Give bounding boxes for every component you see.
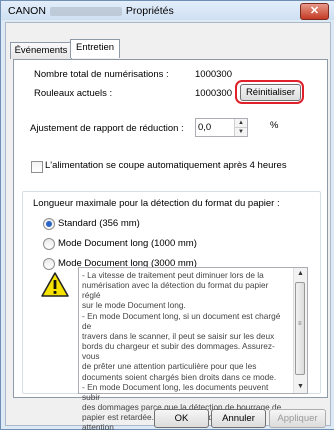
radio-standard-label[interactable]: Standard (356 mm)	[58, 218, 140, 229]
radio-standard[interactable]	[43, 218, 55, 230]
reduction-ratio-label: Ajustement de rapport de réduction :	[30, 123, 184, 134]
dialog-client-area: Événements Entretien Nombre total de num…	[5, 22, 331, 432]
redacted-model-name	[49, 6, 122, 16]
scroll-up-arrow-icon[interactable]: ▲	[294, 268, 307, 280]
radio-long-1000[interactable]	[43, 238, 55, 250]
properties-window: CANON Propriétés ✕ Événements Entretien N…	[0, 0, 334, 432]
title-suffix: Propriétés	[125, 5, 174, 17]
paper-length-group-label: Longueur maximale pour la détection du f…	[33, 198, 280, 209]
warning-triangle-icon	[41, 272, 69, 297]
warning-text-box[interactable]: - La vitesse de traitement peut diminuer…	[78, 267, 308, 432]
auto-off-label[interactable]: L'alimentation se coupe automatiquement …	[45, 160, 287, 171]
tab-events[interactable]: Événements	[10, 42, 72, 59]
apply-button-label: Appliquer	[277, 413, 318, 424]
spin-down-icon[interactable]: ▼	[235, 128, 247, 136]
radio-long-1000-label[interactable]: Mode Document long (1000 mm)	[58, 238, 197, 249]
spinner-arrows[interactable]: ▲ ▼	[234, 119, 247, 136]
ok-button[interactable]: OK	[154, 409, 209, 428]
cancel-button-label: Annuler	[222, 413, 255, 424]
cancel-button[interactable]: Annuler	[211, 409, 266, 428]
tab-label: Entretien	[75, 42, 115, 53]
scroll-grip-icon: ≡	[298, 321, 302, 327]
window-title: CANON Propriétés	[8, 5, 174, 17]
title-bar[interactable]: CANON Propriétés ✕	[1, 1, 334, 20]
tab-label: Événements	[14, 45, 68, 56]
current-rollers-value: 1000300	[195, 88, 232, 99]
close-icon: ✕	[309, 5, 320, 17]
reset-button-label: Réinitialiser	[245, 87, 296, 98]
reduction-ratio-unit: %	[270, 120, 279, 131]
scroll-down-arrow-icon[interactable]: ▼	[294, 381, 307, 393]
ok-button-label: OK	[174, 413, 189, 424]
auto-off-checkbox[interactable]	[31, 161, 43, 173]
reset-button[interactable]: Réinitialiser	[240, 84, 301, 101]
radio-long-3000[interactable]	[43, 258, 55, 270]
title-prefix: CANON	[8, 5, 46, 17]
vertical-scrollbar[interactable]: ▲ ≡ ▼	[293, 268, 307, 393]
total-scans-label: Nombre total de numérisations :	[34, 69, 169, 80]
current-rollers-label: Rouleaux actuels :	[34, 88, 113, 99]
scrollbar-thumb[interactable]: ≡	[295, 282, 305, 375]
spin-up-icon[interactable]: ▲	[235, 119, 247, 128]
total-scans-value: 1000300	[195, 69, 232, 80]
tab-maintenance[interactable]: Entretien	[70, 39, 120, 58]
close-button[interactable]: ✕	[300, 3, 329, 20]
reduction-ratio-spinner[interactable]: 0,0 ▲ ▼	[195, 118, 248, 137]
apply-button[interactable]: Appliquer	[269, 409, 326, 428]
reduction-ratio-value: 0,0	[198, 122, 212, 133]
